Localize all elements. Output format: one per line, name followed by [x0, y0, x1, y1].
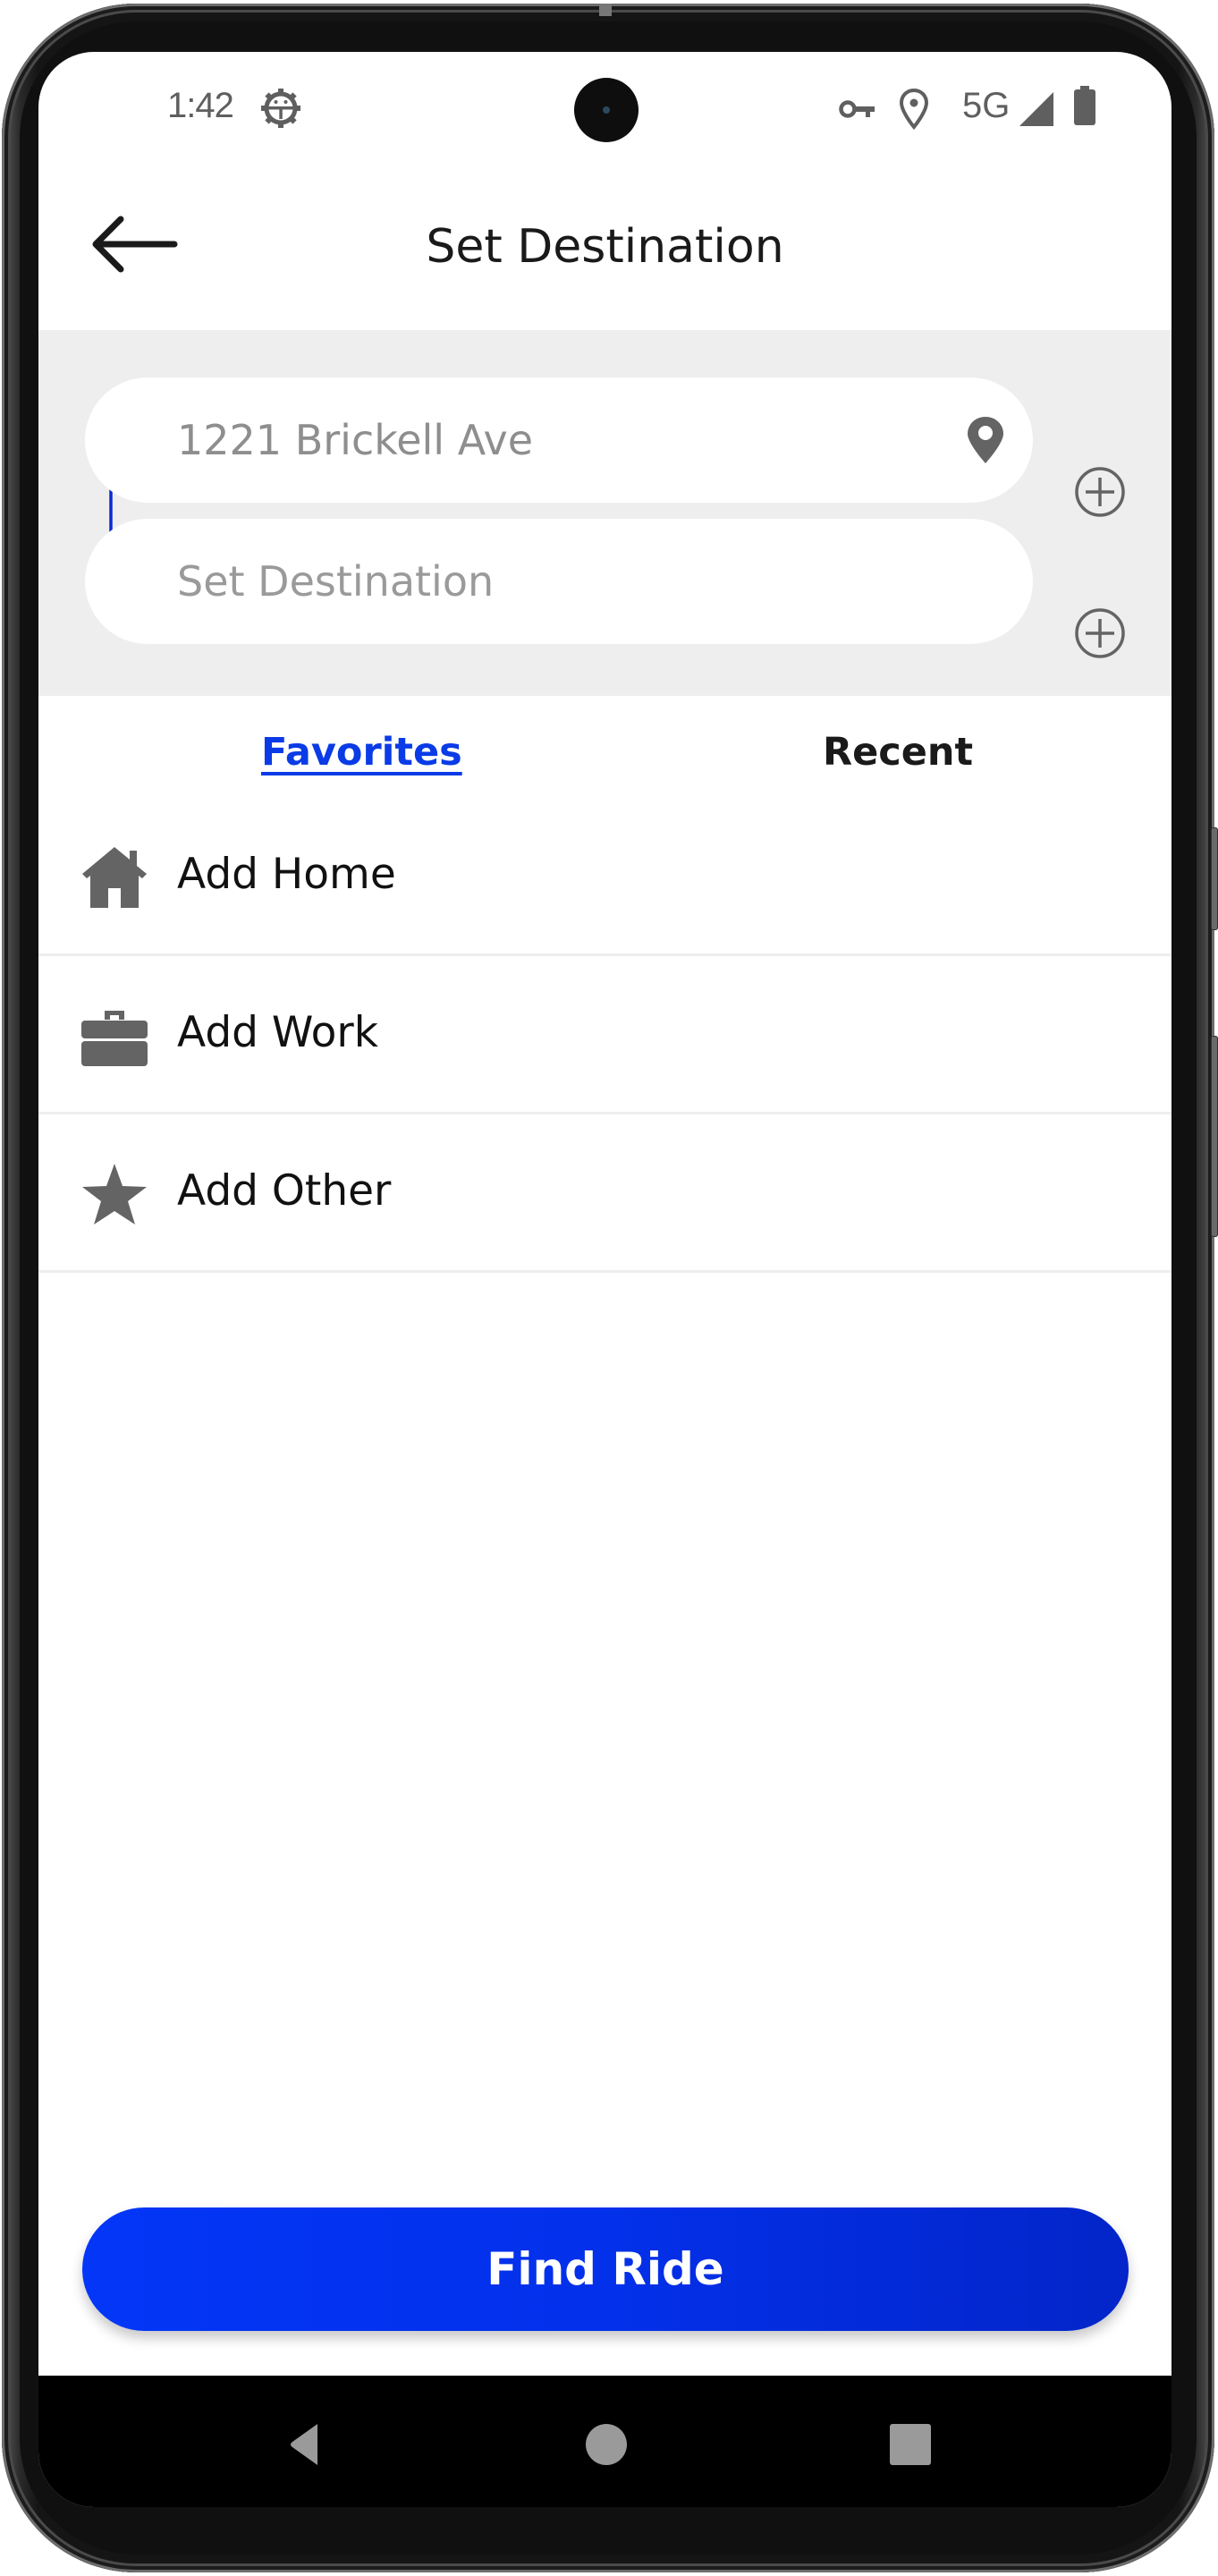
back-triangle-icon[interactable] [273, 2413, 335, 2476]
plus-circle-icon[interactable] [1073, 465, 1127, 519]
route-panel [38, 330, 1171, 696]
tab-recent[interactable]: Recent [823, 730, 973, 775]
favorites-list: Add Home Add Work Add Other [38, 798, 1171, 1273]
pickup-field[interactable] [85, 377, 1033, 503]
location-icon [899, 88, 929, 131]
power-button [1211, 1036, 1218, 1237]
network-type: 5G [962, 86, 1011, 125]
star-icon [82, 1164, 147, 1224]
status-bar: 1:42 5G [38, 52, 1171, 168]
home-icon [82, 847, 147, 908]
pickup-input[interactable] [177, 377, 892, 503]
list-item-add-home[interactable]: Add Home [38, 798, 1171, 956]
android-debug-icon [261, 89, 300, 128]
home-circle-icon[interactable] [575, 2413, 638, 2476]
page-title: Set Destination [426, 220, 784, 274]
status-time: 1:42 [167, 86, 234, 125]
recents-square-icon[interactable] [879, 2413, 942, 2476]
front-camera [574, 78, 639, 142]
app-header: Set Destination [38, 186, 1171, 302]
list-item-label: Add Home [177, 850, 396, 899]
destination-field[interactable] [85, 519, 1033, 644]
map-pin-icon[interactable] [966, 415, 1005, 465]
frame-seam [599, 4, 612, 16]
tab-favorites[interactable]: Favorites [261, 730, 462, 775]
list-item-add-other[interactable]: Add Other [38, 1114, 1171, 1273]
system-nav-bar [38, 2376, 1171, 2507]
briefcase-icon [81, 1011, 148, 1066]
app-screen: 1:42 5G Set Destination 1221 Brickell Av… [38, 52, 1171, 2507]
signal-icon [1019, 92, 1053, 126]
destination-input[interactable] [177, 519, 892, 644]
find-ride-button[interactable]: Find Ride [82, 2207, 1129, 2331]
plus-circle-icon[interactable] [1073, 606, 1127, 660]
list-item-label: Add Other [177, 1166, 392, 1216]
list-item-label: Add Work [177, 1008, 378, 1057]
battery-icon [1074, 86, 1095, 125]
list-item-add-work[interactable]: Add Work [38, 956, 1171, 1114]
tab-bar: Favorites Recent [38, 696, 1171, 803]
volume-button [1211, 827, 1218, 930]
vpn-key-icon [839, 100, 875, 118]
